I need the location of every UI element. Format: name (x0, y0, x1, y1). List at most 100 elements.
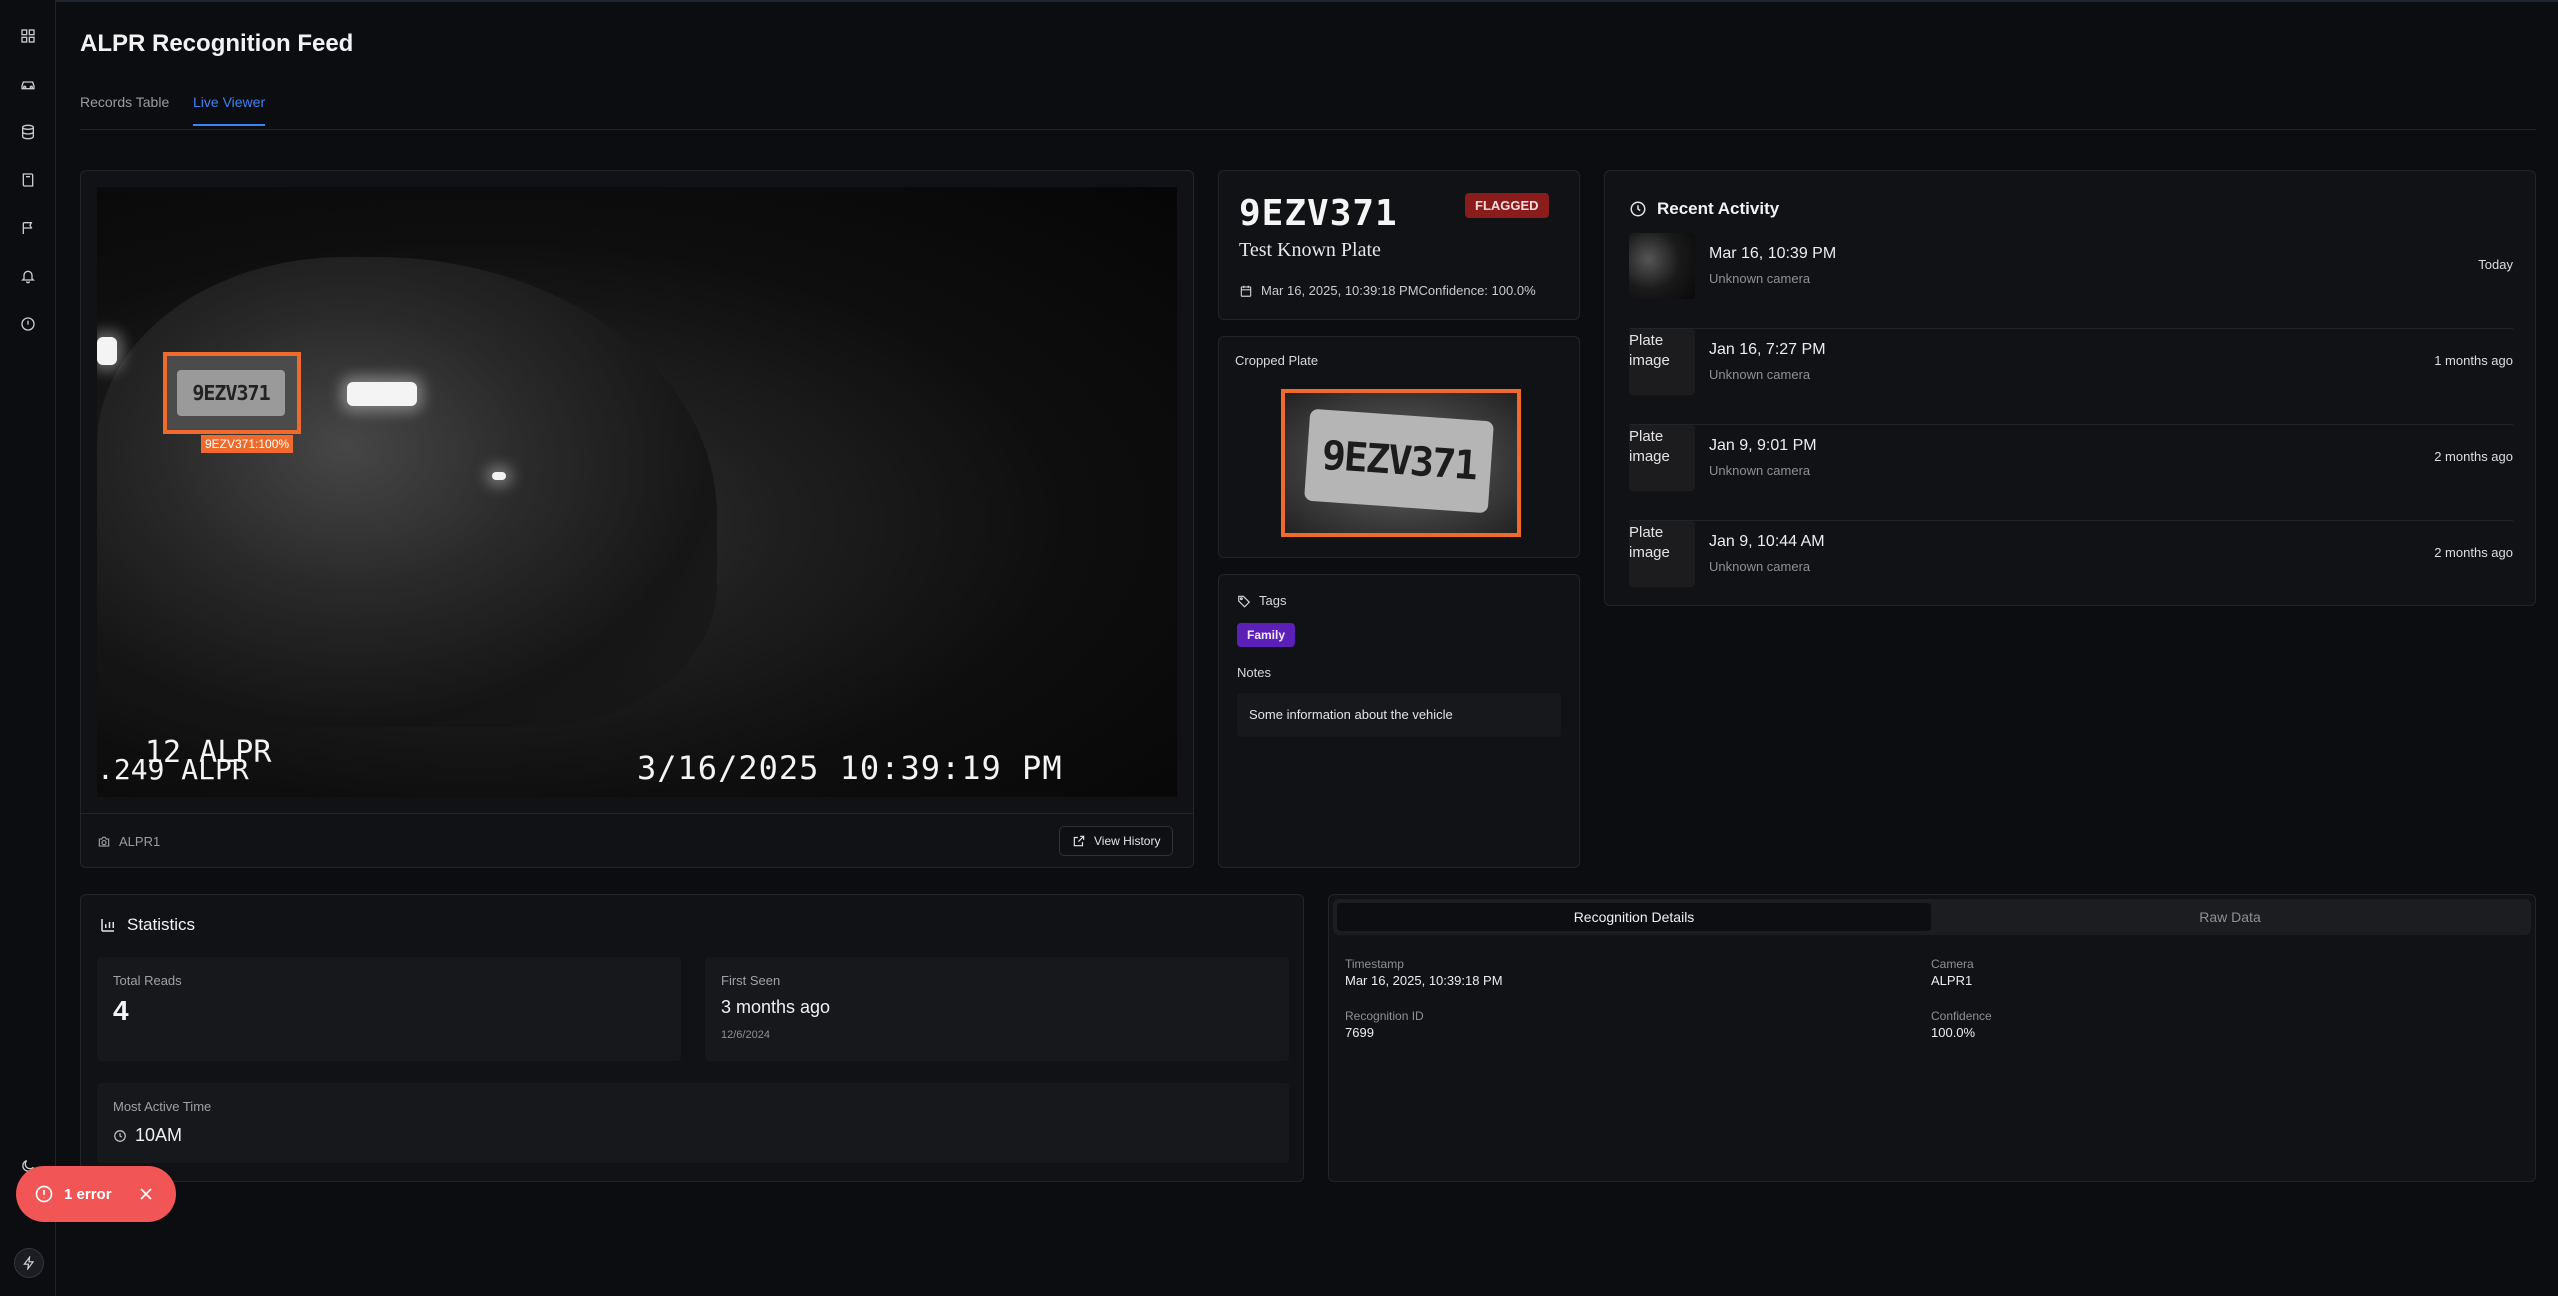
dashboard-icon[interactable] (18, 26, 38, 46)
flag-icon[interactable] (18, 218, 38, 238)
recognition-details-panel: Recognition Details Raw Data Timestamp M… (1328, 894, 2536, 1182)
error-toast[interactable]: 1 error (16, 1166, 176, 1222)
activity-thumbnail (1629, 233, 1695, 299)
error-count: 1 error (64, 1185, 112, 1203)
activity-thumbnail: Plate image (1629, 521, 1695, 587)
tags-panel: Tags Family Notes Some information about… (1218, 574, 1580, 868)
notes-label: Notes (1237, 665, 1271, 680)
activity-camera: Unknown camera (1709, 463, 1811, 478)
most-active-time: 10AM (135, 1125, 183, 1145)
activity-date: Jan 9, 10:44 AM (1709, 533, 1825, 550)
plate-meta: Mar 16, 2025, 10:39:18 PMConfidence: 100… (1239, 283, 1536, 298)
osd-camera-line2: .249 ALPR (97, 753, 249, 786)
activity-item[interactable]: Plate image Jan 9, 10:44 AM Unknown came… (1629, 521, 2513, 617)
detection-label: 9EZV371:100% (201, 435, 294, 453)
camera-name: ALPR1 (119, 834, 161, 849)
bell-icon[interactable] (18, 266, 38, 286)
confidence-label: Confidence (1931, 1009, 1992, 1023)
most-active-label: Most Active Time (113, 1099, 212, 1114)
plate-in-frame: 9EZV371 (177, 370, 285, 416)
osd-timestamp: 3/16/2025 10:39:19 PM (637, 749, 1063, 787)
timestamp-label: Timestamp (1345, 957, 1404, 971)
clock-icon (114, 1129, 126, 1142)
activity-item[interactable]: Plate image Jan 9, 9:01 PM Unknown camer… (1629, 425, 2513, 521)
tags-label: Tags (1259, 593, 1287, 608)
total-reads-card: Total Reads 4 (97, 957, 681, 1061)
power-icon[interactable] (18, 314, 38, 334)
details-tabs: Recognition Details Raw Data (1333, 899, 2531, 935)
vehicle-silhouette (97, 257, 717, 727)
recent-activity-panel: Recent Activity Mar 16, 10:39 PM Unknown… (1604, 170, 2536, 606)
total-reads-label: Total Reads (113, 973, 182, 988)
detection-box[interactable]: 9EZV371 (163, 352, 301, 434)
clock-icon (1630, 201, 1646, 217)
total-reads-value: 4 (113, 995, 129, 1026)
first-seen-label: First Seen (721, 973, 781, 988)
activity-camera: Unknown camera (1709, 367, 1811, 382)
view-history-label: View History (1094, 834, 1161, 848)
tab-live-viewer[interactable]: Live Viewer (193, 94, 266, 126)
timestamp-value: Mar 16, 2025, 10:39:18 PM (1345, 973, 1503, 988)
tab-records-table[interactable]: Records Table (80, 94, 169, 124)
cropped-plate-text: 9EZV371 (1304, 408, 1494, 514)
camera-label: ALPR1 (97, 834, 160, 849)
plate-meta-text: Mar 16, 2025, 10:39:18 PMConfidence: 100… (1261, 283, 1536, 298)
tab-raw-data[interactable]: Raw Data (1933, 903, 2527, 931)
activity-date: Jan 9, 9:01 PM (1709, 437, 1817, 454)
sidebar (0, 0, 56, 1296)
recognition-id-label: Recognition ID (1345, 1009, 1424, 1023)
activity-date: Mar 16, 10:39 PM (1709, 245, 1837, 262)
most-active-value: 10AM (113, 1125, 182, 1146)
activity-thumbnail: Plate image (1629, 329, 1695, 395)
camera-value: ALPR1 (1931, 973, 1973, 988)
camera-frame: 9EZV371 9EZV371:100% 12 ALPR .249 ALPR 3… (97, 187, 1177, 797)
tag-family[interactable]: Family (1237, 623, 1296, 647)
activity-ago: 2 months ago (2434, 545, 2513, 560)
car-icon[interactable] (18, 74, 38, 94)
external-link-icon (1073, 835, 1085, 847)
activity-ago: 1 months ago (2434, 353, 2513, 368)
headlight-left (97, 337, 117, 365)
statistics-title: Statistics (99, 915, 195, 935)
recent-activity-title: Recent Activity (1629, 199, 1779, 219)
statistics-panel: Statistics Total Reads 4 First Seen 3 mo… (80, 894, 1304, 1182)
headlight-right (347, 382, 417, 406)
camera-icon (98, 836, 110, 847)
cropped-plate-image[interactable]: 9EZV371 (1281, 389, 1521, 537)
tab-recognition-details[interactable]: Recognition Details (1337, 903, 1931, 931)
viewer-footer: ALPR1 View History (81, 813, 1193, 869)
activity-item[interactable]: Mar 16, 10:39 PM Unknown camera Today (1629, 233, 2513, 329)
camera-label: Camera (1931, 957, 1974, 971)
first-seen-card: First Seen 3 months ago 12/6/2024 (705, 957, 1289, 1061)
book-icon[interactable] (18, 170, 38, 190)
recognition-id-value: 7699 (1345, 1025, 1374, 1040)
first-seen-date: 12/6/2024 (721, 1029, 770, 1041)
calendar-icon (1240, 285, 1252, 297)
first-seen-value: 3 months ago (721, 997, 831, 1017)
database-icon[interactable] (18, 122, 38, 142)
top-border (0, 0, 2558, 2)
activity-item[interactable]: Plate image Jan 16, 7:27 PM Unknown came… (1629, 329, 2513, 425)
activity-camera: Unknown camera (1709, 559, 1811, 574)
activity-ago: Today (2478, 257, 2513, 272)
view-tabs: Records Table Live Viewer (80, 84, 2536, 130)
plate-number: 9EZV371 (1239, 193, 1398, 234)
close-icon[interactable] (136, 1184, 156, 1204)
confidence-value: 100.0% (1931, 1025, 1976, 1040)
plate-info-panel: 9EZV371 FLAGGED Test Known Plate Mar 16,… (1218, 170, 1580, 320)
tags-header: Tags (1237, 593, 1286, 608)
activity-camera: Unknown camera (1709, 271, 1811, 286)
tag-icon (1238, 595, 1251, 608)
view-history-button[interactable]: View History (1059, 826, 1174, 856)
activity-ago: 2 months ago (2434, 449, 2513, 464)
activity-thumbnail: Plate image (1629, 425, 1695, 491)
notes-text[interactable]: Some information about the vehicle (1237, 693, 1561, 737)
live-viewer-panel: 9EZV371 9EZV371:100% 12 ALPR .249 ALPR 3… (80, 170, 1194, 868)
cropped-plate-label: Cropped Plate (1235, 353, 1319, 368)
most-active-card: Most Active Time 10AM (97, 1083, 1289, 1163)
plate-description: Test Known Plate (1239, 239, 1381, 261)
statistics-label: Statistics (127, 915, 196, 934)
page-title: ALPR Recognition Feed (80, 30, 354, 57)
reflection (492, 472, 506, 480)
bolt-icon[interactable] (14, 1248, 44, 1278)
